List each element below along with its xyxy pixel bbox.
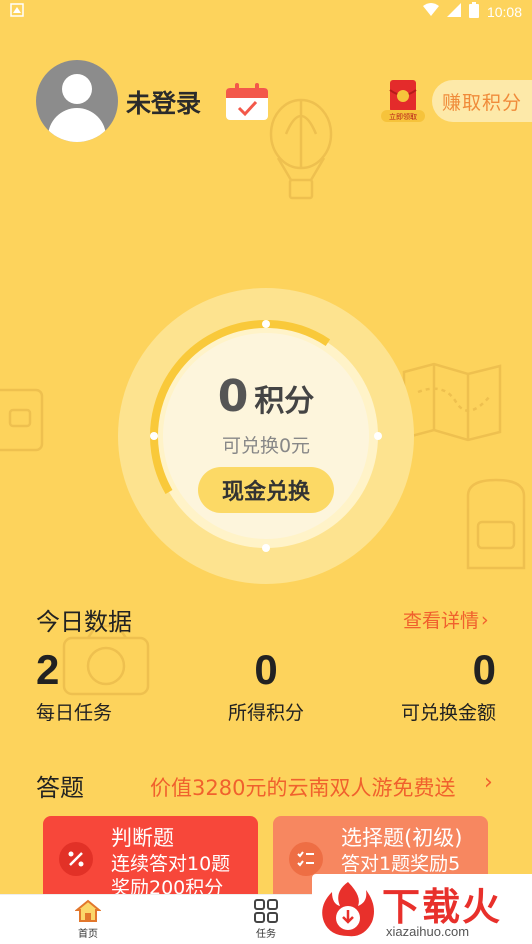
exchangeable-amount: 可兑换0元 — [221, 435, 311, 457]
grid-icon — [254, 899, 278, 923]
watermark-url: xiazaihuo.com — [386, 924, 470, 939]
card-line: 连续答对10题 — [111, 853, 231, 875]
nav-item-tasks[interactable]: 任务 — [236, 899, 296, 940]
stat-value: 0 — [254, 646, 278, 693]
app-notification-icon — [10, 3, 24, 21]
stat-daily-tasks[interactable]: 2 每日任务 — [36, 646, 126, 725]
card-title: 判断题 — [111, 826, 174, 850]
home-icon — [75, 899, 101, 922]
view-details-label: 查看详情 — [403, 610, 480, 632]
card-title: 选择题(初级) — [341, 826, 463, 850]
redpacket-icon[interactable]: 立即领取 — [380, 78, 426, 124]
stat-exchangeable-amount[interactable]: 0 可兑换金额 — [386, 646, 496, 725]
points-panel: 0 积分 可兑换0元 现金兑换 — [163, 333, 369, 539]
watermark-text: 下载火 — [382, 885, 503, 929]
stat-earned-points[interactable]: 0 所得积分 — [216, 646, 316, 725]
stat-label: 所得积分 — [227, 702, 304, 724]
card-line: 奖励200积分 — [111, 877, 224, 896]
true-false-quiz-card[interactable]: 判断题 连续答对10题 奖励200积分 — [43, 816, 258, 896]
today-data-title: 今日数据 — [36, 608, 132, 636]
earn-points-button[interactable]: 赚取积分 — [432, 80, 532, 122]
points-unit: 积分 — [254, 384, 315, 419]
checklist-icon — [289, 842, 323, 876]
suitcase-doodle-icon — [0, 388, 44, 452]
status-bar: 10:08 — [0, 0, 532, 24]
stat-value: 0 — [472, 646, 496, 693]
stat-value: 2 — [36, 646, 60, 693]
card-subtitle: 连续答对10题 奖励200积分 — [111, 852, 258, 896]
nav-label: 任务 — [256, 929, 276, 940]
wifi-icon — [422, 3, 439, 21]
percent-icon — [59, 842, 93, 876]
backpack-doodle-icon — [466, 478, 526, 570]
points-value: 0 — [217, 371, 249, 422]
chevron-right-icon: › — [481, 608, 489, 631]
status-time: 10:08 — [486, 4, 522, 20]
watermark: 下载火 xiazaihuo.com — [312, 874, 532, 944]
nav-item-home[interactable]: 首页 — [58, 899, 118, 940]
map-doodle-icon — [402, 362, 502, 442]
chevron-right-icon[interactable]: › — [484, 770, 493, 795]
flame-logo-icon — [322, 882, 374, 937]
stat-label: 每日任务 — [36, 702, 113, 724]
avatar[interactable] — [36, 60, 118, 142]
calendar-check-icon[interactable] — [224, 82, 270, 122]
nav-label: 首页 — [78, 929, 98, 940]
battery-icon — [468, 2, 479, 22]
points-line: 0 积分 — [163, 371, 369, 422]
quiz-promo-link[interactable]: 价值3280元的云南双人游免费送 — [150, 772, 455, 802]
username-label[interactable]: 未登录 — [126, 84, 201, 120]
stat-label: 可兑换金额 — [400, 702, 496, 724]
card-subtitle: 答对1题奖励5 — [341, 852, 488, 876]
cash-exchange-button[interactable]: 现金兑换 — [198, 467, 334, 513]
signal-icon — [446, 3, 461, 21]
balloon-doodle-icon — [269, 98, 333, 200]
quiz-title: 答题 — [36, 774, 84, 802]
redpacket-label: 立即领取 — [389, 112, 417, 121]
card-line: 答对1题奖励5 — [341, 853, 461, 875]
view-details-link[interactable]: 查看详情 › — [403, 606, 489, 633]
